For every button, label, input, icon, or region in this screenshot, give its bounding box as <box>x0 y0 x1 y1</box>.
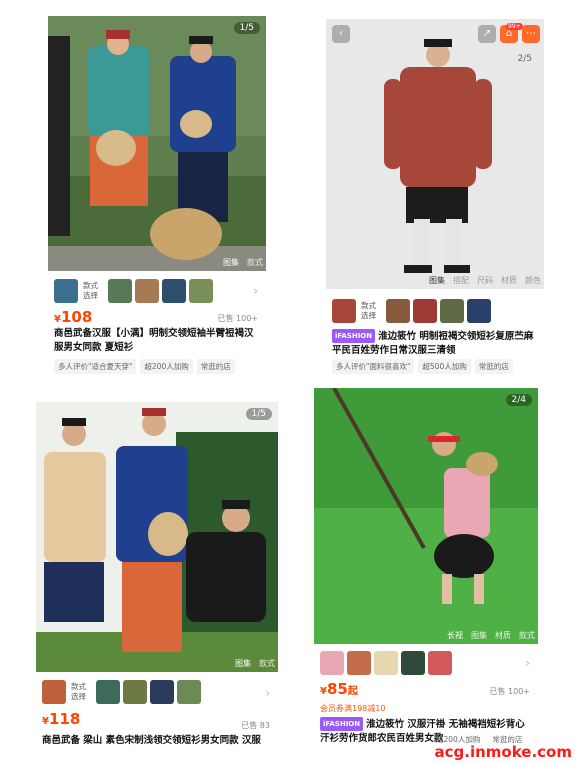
swatch[interactable] <box>428 651 452 675</box>
chevron-right-icon[interactable]: › <box>253 284 258 298</box>
site-watermark: acg.inmoke.com <box>434 743 572 761</box>
product-title[interactable]: 商邑武备汉服【小满】明制交领短袖半臂裋褐汉服男女同款 夏短衫 <box>54 327 260 355</box>
tag: 超500人加购 <box>418 359 471 374</box>
sold-count: 已售 83 <box>241 721 270 730</box>
tab-match[interactable]: 搭配 <box>453 275 469 286</box>
swatch[interactable] <box>374 651 398 675</box>
image-counter: 2/5 <box>517 54 532 64</box>
product-photo[interactable]: 2/4 长视 图集 材质 款式 <box>314 388 538 644</box>
product-photo[interactable]: 1/5 图集 款式 <box>36 402 278 672</box>
style-swatches[interactable] <box>320 651 452 675</box>
swatch[interactable] <box>135 279 159 303</box>
style-select-label[interactable]: 款式选择 <box>361 301 381 321</box>
style-select-label[interactable]: 款式选择 <box>83 281 103 301</box>
image-counter: 1/5 <box>233 22 260 34</box>
swatch[interactable] <box>320 651 344 675</box>
photo-illustration <box>36 402 278 672</box>
tab-gallery[interactable]: 图集 <box>223 257 239 268</box>
price: ¥108 <box>54 308 93 326</box>
style-swatches[interactable]: 款式选择 <box>54 279 213 303</box>
style-select-label[interactable]: 款式选择 <box>71 682 91 702</box>
sold-count: 已售 100+ <box>217 314 258 323</box>
swatch[interactable] <box>189 279 213 303</box>
swatch[interactable] <box>123 680 147 704</box>
swatch[interactable] <box>150 680 174 704</box>
price: ¥85起 <box>320 680 358 698</box>
tab-gallery[interactable]: 图集 <box>429 275 445 286</box>
tab-style[interactable]: 款式 <box>247 257 263 268</box>
image-counter: 2/4 <box>505 394 532 406</box>
ifashion-badge: iFASHION <box>320 717 364 731</box>
cart-count: 99+ <box>506 23 523 30</box>
gallery-tabs[interactable]: 图集 款式 <box>235 658 275 669</box>
tab-material[interactable]: 材质 <box>501 275 517 286</box>
product-photo[interactable]: 1/5 图集 款式 <box>48 16 266 271</box>
tab-color[interactable]: 颜色 <box>525 275 541 286</box>
product-card-2[interactable]: ‹ ↗ ⌂ 99+ ⋯ 2/5 图集 搭配 尺码 材质 颜色 款式选择 iFAS… <box>326 19 544 375</box>
product-card-3[interactable]: 1/5 图集 款式 款式选择 › ¥118 已售 83 商邑武备 梁山 素色宋制… <box>36 402 278 765</box>
ifashion-badge: iFASHION <box>332 329 376 343</box>
tag-list: 多人评价"适合夏天穿" 超200人加购 常逛的店 <box>54 359 235 374</box>
swatch[interactable] <box>467 299 491 323</box>
swatch[interactable] <box>96 680 120 704</box>
swatch[interactable] <box>413 299 437 323</box>
gallery-tabs[interactable]: 图集 搭配 尺码 材质 颜色 <box>429 275 541 286</box>
tag: 常逛的店 <box>474 359 513 374</box>
swatch[interactable] <box>108 279 132 303</box>
tab-gallery[interactable]: 图集 <box>235 658 251 669</box>
coupon-label[interactable]: 会员券满198减10 <box>320 703 385 714</box>
swatch[interactable] <box>347 651 371 675</box>
product-title[interactable]: 商邑武备 梁山 素色宋制浅领交领短衫男女同款 汉服 <box>42 734 272 748</box>
photo-illustration <box>48 16 266 271</box>
tab-size[interactable]: 尺码 <box>477 275 493 286</box>
style-swatches[interactable]: 款式选择 <box>332 299 491 323</box>
product-card-1[interactable]: 1/5 图集 款式 款式选择 › ¥108 已售 100+ 商邑武备汉服【小满】… <box>48 16 266 380</box>
tab-gallery[interactable]: 图集 <box>471 630 487 641</box>
swatch[interactable] <box>54 279 78 303</box>
photo-illustration <box>314 388 538 644</box>
tag: 常逛的店 <box>196 359 235 374</box>
gallery-tabs[interactable]: 图集 款式 <box>223 257 263 268</box>
swatch[interactable] <box>177 680 201 704</box>
price: ¥118 <box>42 710 81 728</box>
swatch[interactable] <box>332 299 356 323</box>
back-arrow-icon[interactable]: ‹ <box>332 25 350 43</box>
swatch[interactable] <box>42 680 66 704</box>
tag: 超200人加购 <box>140 359 193 374</box>
swatch[interactable] <box>401 651 425 675</box>
product-card-4[interactable]: 2/4 长视 图集 材质 款式 › ¥85起 已售 100+ 会员券满198减1… <box>314 388 538 748</box>
chevron-right-icon[interactable]: › <box>525 656 530 670</box>
tab-video[interactable]: 长视 <box>447 630 463 641</box>
product-photo[interactable]: ‹ ↗ ⌂ 99+ ⋯ 2/5 图集 搭配 尺码 材质 颜色 <box>326 19 544 289</box>
tab-style[interactable]: 款式 <box>519 630 535 641</box>
tab-material[interactable]: 材质 <box>495 630 511 641</box>
chevron-right-icon[interactable]: › <box>265 686 270 700</box>
swatch[interactable] <box>386 299 410 323</box>
tag-list: 多人评价"面料很喜欢" 超500人加购 常逛的店 <box>332 359 513 374</box>
product-title[interactable]: iFASHION 淮边筱竹 明制裋褐交领短衫复原苎麻平民百姓劳作日常汉服三清领 <box>332 329 538 358</box>
image-counter: 1/5 <box>245 408 272 420</box>
tab-style[interactable]: 款式 <box>259 658 275 669</box>
style-swatches[interactable]: 款式选择 <box>42 680 201 704</box>
sold-count: 已售 100+ <box>489 687 530 696</box>
swatch[interactable] <box>162 279 186 303</box>
more-icon[interactable]: ⋯ <box>522 25 540 43</box>
swatch[interactable] <box>440 299 464 323</box>
tag: 多人评价"适合夏天穿" <box>54 359 137 374</box>
share-icon[interactable]: ↗ <box>478 25 496 43</box>
tag: 多人评价"面料很喜欢" <box>332 359 415 374</box>
gallery-tabs[interactable]: 长视 图集 材质 款式 <box>447 630 535 641</box>
